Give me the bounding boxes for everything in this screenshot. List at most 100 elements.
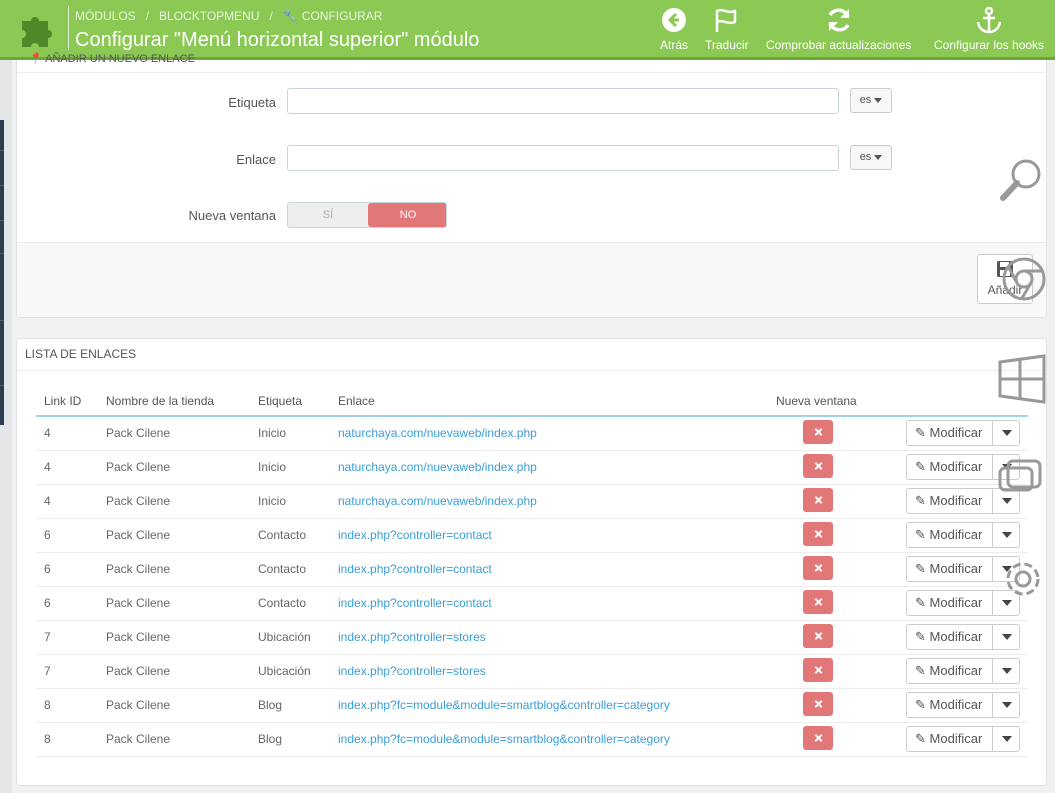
new-window-disabled-button[interactable]: [803, 658, 833, 682]
link-label: Contacto: [258, 562, 307, 576]
configure-hooks-label: Configurar los hooks: [934, 38, 1045, 52]
link-id: 4: [44, 494, 51, 508]
new-window-disabled-button[interactable]: [803, 454, 833, 478]
puzzle-icon: [22, 17, 52, 47]
refresh-icon: [828, 8, 850, 32]
edit-dropdown-toggle[interactable]: [992, 421, 1020, 445]
arrow-left-circle-icon: [662, 8, 686, 32]
edit-button-group: ✎ Modificar: [906, 420, 1020, 446]
label-field-label: Etiqueta: [228, 95, 276, 110]
link-url[interactable]: naturchaya.com/nuevaweb/index.php: [338, 417, 537, 450]
pencil-icon: ✎: [915, 595, 926, 610]
col-link: Enlace: [338, 394, 375, 408]
edit-label: Modificar: [929, 663, 983, 678]
col-shop-name: Nombre de la tienda: [106, 394, 215, 408]
edit-button-group: ✎ Modificar: [906, 692, 1020, 718]
link-url[interactable]: index.php?controller=stores: [338, 655, 486, 688]
edit-dropdown-toggle[interactable]: [992, 523, 1020, 547]
edit-label: Modificar: [929, 425, 983, 440]
back-button[interactable]: Atrás: [660, 6, 688, 52]
shop-name: Pack Cilene: [106, 732, 171, 746]
add-link-panel: 📍 AÑADIR UN NUEVO ENLACE Etiqueta es Enl…: [16, 53, 1047, 318]
link-label: Ubicación: [258, 630, 311, 644]
link-language-select[interactable]: es: [850, 145, 892, 170]
gear-icon[interactable]: [1000, 556, 1046, 602]
link-url[interactable]: index.php?controller=stores: [338, 621, 486, 654]
pencil-icon: ✎: [915, 425, 926, 440]
toggle-yes[interactable]: SÍ: [288, 203, 368, 227]
configure-hooks-button[interactable]: Configurar los hooks: [934, 6, 1044, 52]
shop-name: Pack Cilene: [106, 562, 171, 576]
pencil-icon: ✎: [915, 629, 926, 644]
edit-button[interactable]: ✎ Modificar: [907, 591, 992, 615]
magnifier-icon[interactable]: [998, 156, 1046, 204]
edit-label: Modificar: [929, 697, 983, 712]
link-url[interactable]: index.php?controller=contact: [338, 587, 492, 620]
link-url[interactable]: index.php?controller=contact: [338, 519, 492, 552]
edit-button[interactable]: ✎ Modificar: [907, 727, 992, 751]
link-label: Inicio: [258, 494, 287, 508]
new-window-toggle[interactable]: SÍ NO: [287, 202, 447, 228]
link-field-label: Enlace: [236, 152, 276, 167]
new-window-disabled-button[interactable]: [803, 624, 833, 648]
new-window-disabled-button[interactable]: [803, 420, 833, 444]
link-url[interactable]: index.php?fc=module&module=smartblog&con…: [338, 689, 670, 722]
check-updates-button[interactable]: Comprobar actualizaciones: [766, 6, 911, 52]
new-window-disabled-button[interactable]: [803, 522, 833, 546]
toggle-no[interactable]: NO: [368, 203, 446, 227]
breadcrumb-separator: /: [269, 9, 273, 23]
label-language-select[interactable]: es: [850, 88, 892, 113]
edit-button[interactable]: ✎ Modificar: [907, 523, 992, 547]
edit-label: Modificar: [929, 731, 983, 746]
link-url[interactable]: index.php?controller=contact: [338, 553, 492, 586]
windows-icon[interactable]: [998, 354, 1046, 404]
table-row: 4 Pack Cilene Inicio naturchaya.com/nuevawe…: [36, 485, 1028, 519]
edit-button[interactable]: ✎ Modificar: [907, 557, 992, 581]
edit-button[interactable]: ✎ Modificar: [907, 693, 992, 717]
devices-icon[interactable]: [998, 458, 1044, 498]
edit-button[interactable]: ✎ Modificar: [907, 625, 992, 649]
shop-name: Pack Cilene: [106, 596, 171, 610]
label-input[interactable]: [287, 88, 839, 114]
link-url[interactable]: naturchaya.com/nuevaweb/index.php: [338, 451, 537, 484]
edit-dropdown-toggle[interactable]: [992, 693, 1020, 717]
edit-button[interactable]: ✎ Modificar: [907, 421, 992, 445]
links-list-panel: LISTA DE ENLACES Link ID Nombre de la ti…: [16, 338, 1047, 786]
link-input[interactable]: [287, 145, 839, 171]
link-url[interactable]: index.php?fc=module&module=smartblog&con…: [338, 723, 670, 756]
caret-down-icon: [874, 154, 883, 160]
add-link-heading: 📍 AÑADIR UN NUEVO ENLACE: [29, 53, 195, 64]
edit-dropdown-toggle[interactable]: [992, 727, 1020, 751]
edit-button[interactable]: ✎ Modificar: [907, 659, 992, 683]
new-window-disabled-button[interactable]: [803, 590, 833, 614]
breadcrumb-configure: CONFIGURAR: [301, 9, 383, 23]
edit-button[interactable]: ✎ Modificar: [907, 455, 992, 479]
translate-button[interactable]: Traducir: [705, 6, 749, 52]
new-window-disabled-button[interactable]: [803, 692, 833, 716]
new-window-disabled-button[interactable]: [803, 488, 833, 512]
link-label: Inicio: [258, 460, 287, 474]
link-url[interactable]: naturchaya.com/nuevaweb/index.php: [338, 485, 537, 518]
table-row: 8 Pack Cilene Blog index.php?fc=module&modu…: [36, 689, 1028, 723]
pencil-icon: ✎: [915, 697, 926, 712]
pencil-icon: ✎: [915, 731, 926, 746]
edit-button[interactable]: ✎ Modificar: [907, 489, 992, 513]
link-label: Contacto: [258, 528, 307, 542]
pencil-icon: ✎: [915, 459, 926, 474]
edit-dropdown-toggle[interactable]: [992, 625, 1020, 649]
new-window-label: Nueva ventana: [188, 208, 276, 223]
breadcrumb-modules[interactable]: MÓDULOS: [75, 9, 136, 23]
panel-divider: [17, 370, 1046, 371]
new-window-disabled-button[interactable]: [803, 726, 833, 750]
edit-button-group: ✎ Modificar: [906, 658, 1020, 684]
link-id: 4: [44, 426, 51, 440]
col-new-window: Nueva ventana: [776, 394, 857, 408]
new-window-disabled-button[interactable]: [803, 556, 833, 580]
edit-dropdown-toggle[interactable]: [992, 659, 1020, 683]
shop-name: Pack Cilene: [106, 460, 171, 474]
chrome-icon[interactable]: [1000, 254, 1048, 304]
edit-label: Modificar: [929, 561, 983, 576]
edit-label: Modificar: [929, 459, 983, 474]
breadcrumb-module[interactable]: BLOCKTOPMENU: [159, 9, 259, 23]
table-row: 6 Pack Cilene Contacto index.php?controller…: [36, 519, 1028, 553]
